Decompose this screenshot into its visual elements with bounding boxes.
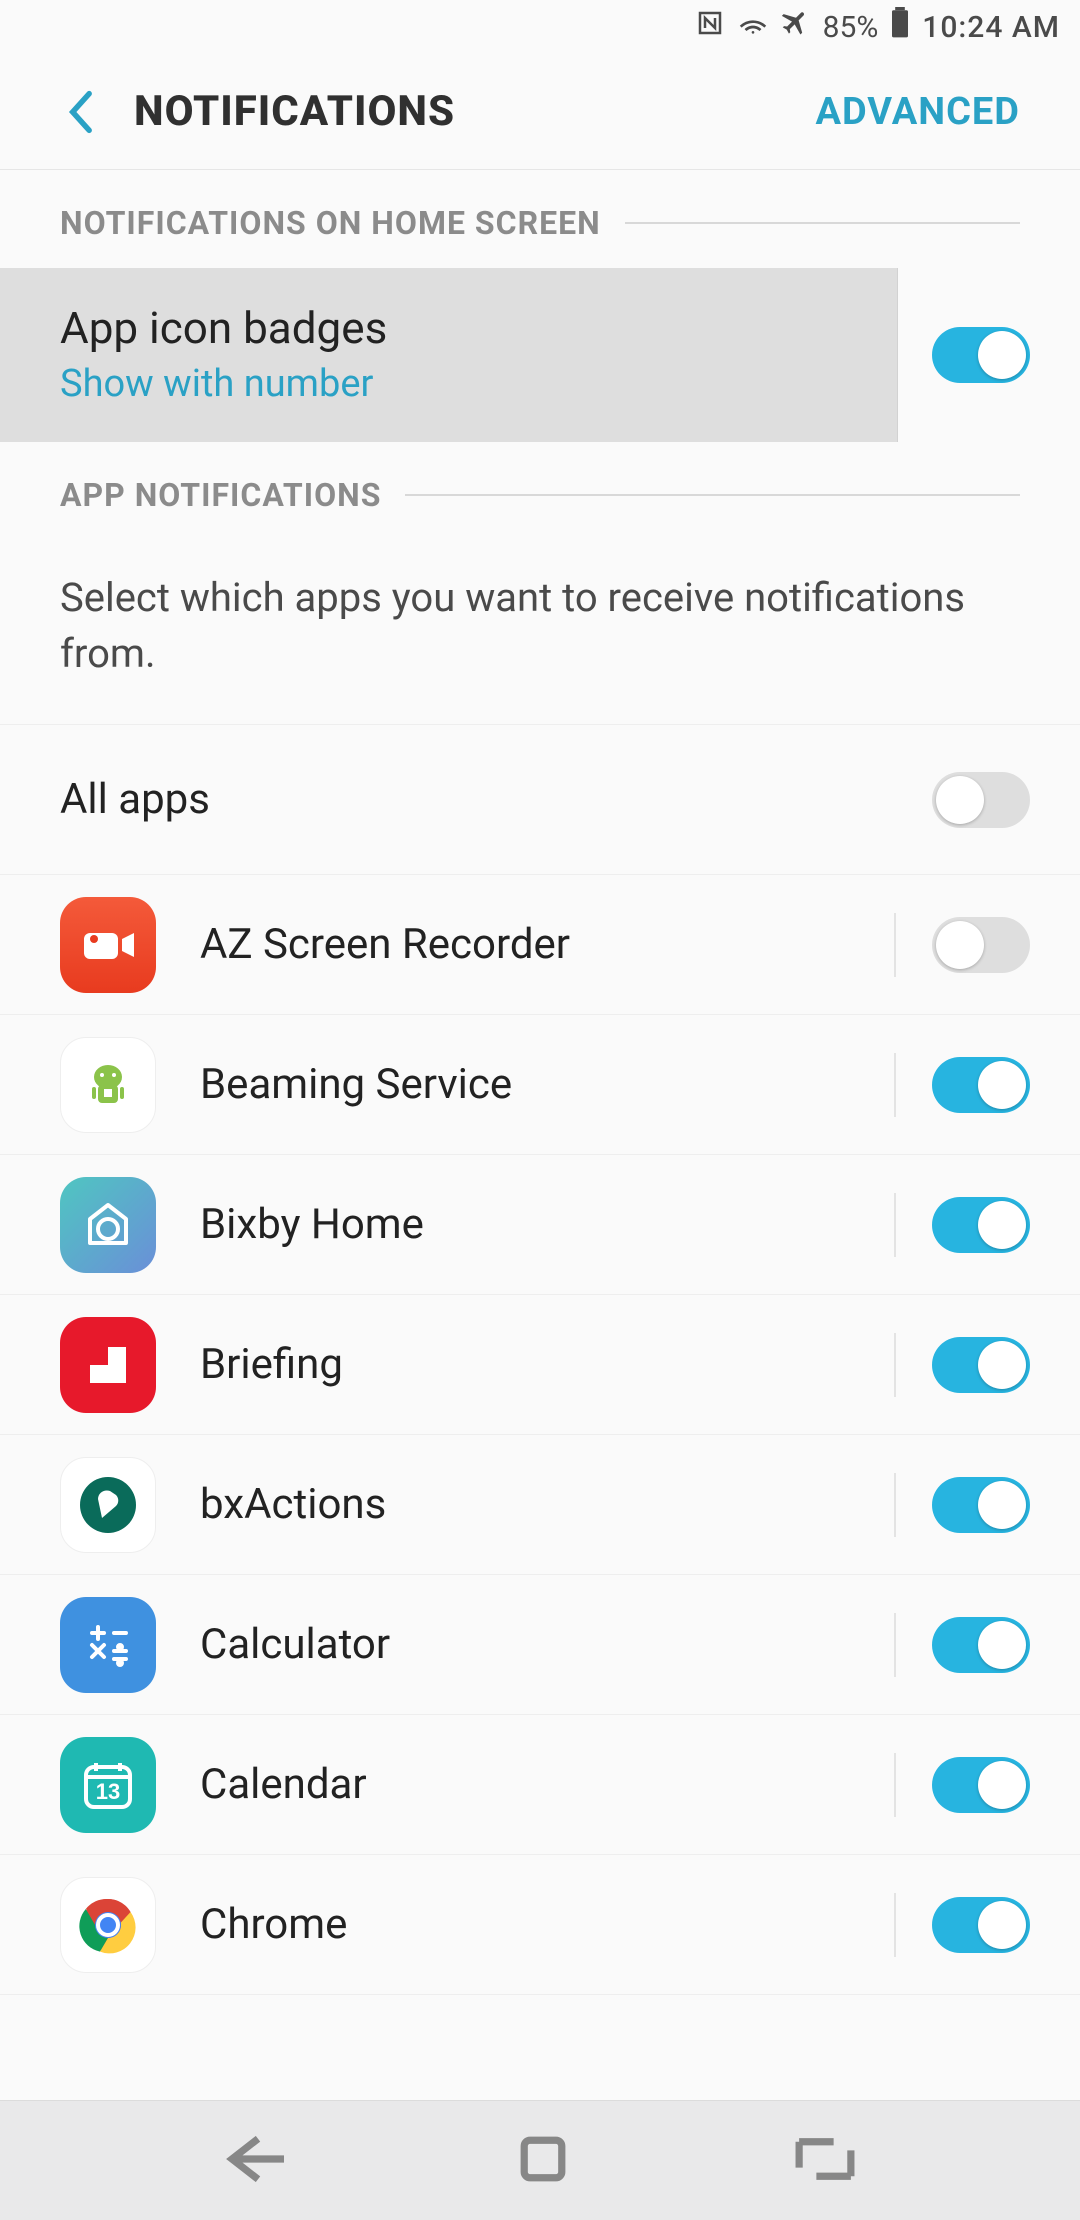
app-toggle[interactable] [932, 1897, 1030, 1953]
content: NOTIFICATIONS ON HOME SCREEN App icon ba… [0, 170, 1080, 2100]
divider [894, 1893, 896, 1957]
list-item[interactable]: 13 Calendar [0, 1714, 1080, 1854]
divider [894, 1053, 896, 1117]
helper-text: Select which apps you want to receive no… [0, 540, 1080, 724]
app-name: Briefing [200, 1340, 894, 1389]
badges-subtitle: Show with number [60, 362, 837, 406]
divider [894, 1753, 896, 1817]
list-item[interactable]: Chrome [0, 1854, 1080, 1994]
app-icon [60, 1317, 156, 1413]
advanced-button[interactable]: ADVANCED [815, 90, 1020, 134]
navigation-bar [0, 2100, 1080, 2220]
nav-back-button[interactable] [222, 2133, 294, 2189]
app-icon [60, 1597, 156, 1693]
back-button[interactable] [60, 92, 100, 132]
app-name: AZ Screen Recorder [200, 920, 894, 969]
list-item[interactable]: bxActions [0, 1434, 1080, 1574]
app-icon-badges-setting[interactable]: App icon badges Show with number [0, 268, 898, 442]
app-icon [60, 897, 156, 993]
app-icon [60, 1457, 156, 1553]
app-header: NOTIFICATIONS ADVANCED [0, 54, 1080, 170]
divider [625, 222, 1020, 224]
battery-icon [890, 7, 910, 47]
svg-text:13: 13 [96, 1779, 120, 1804]
app-name: bxActions [200, 1480, 894, 1529]
app-icon-badges-row: App icon badges Show with number [0, 268, 1080, 442]
divider [894, 1613, 896, 1677]
nfc-icon [695, 8, 725, 46]
section-home-screen: NOTIFICATIONS ON HOME SCREEN [0, 178, 1080, 268]
list-item[interactable]: AZ Screen Recorder [0, 874, 1080, 1014]
all-apps-toggle[interactable] [932, 772, 1030, 828]
app-toggle[interactable] [932, 1337, 1030, 1393]
app-toggle[interactable] [932, 1197, 1030, 1253]
app-toggle[interactable] [932, 1757, 1030, 1813]
page-title: NOTIFICATIONS [134, 87, 815, 136]
section-app-notifications: APP NOTIFICATIONS [0, 450, 1080, 540]
app-icon [60, 1037, 156, 1133]
app-name: Bixby Home [200, 1200, 894, 1249]
app-icon [60, 1995, 156, 2034]
nav-recents-button[interactable] [792, 2136, 858, 2186]
list-item[interactable]: Beaming Service [0, 1014, 1080, 1154]
battery-text: 85% [823, 10, 879, 45]
divider [894, 1473, 896, 1537]
app-name: Calendar [200, 1760, 894, 1809]
app-name: Beaming Service [200, 1060, 894, 1109]
airplane-icon [781, 8, 811, 46]
app-icon [60, 1177, 156, 1273]
list-item[interactable]: Bixby Home [0, 1154, 1080, 1294]
app-toggle[interactable] [932, 917, 1030, 973]
app-toggle[interactable] [932, 1477, 1030, 1533]
list-item[interactable]: Briefing [0, 1294, 1080, 1434]
clock-text: 10:24 AM [922, 10, 1060, 45]
divider [894, 913, 896, 977]
section-label: NOTIFICATIONS ON HOME SCREEN [60, 204, 601, 242]
all-apps-row[interactable]: All apps [0, 724, 1080, 874]
section-label: APP NOTIFICATIONS [60, 476, 381, 514]
badges-toggle[interactable] [932, 327, 1030, 383]
app-toggle[interactable] [932, 1057, 1030, 1113]
divider [405, 494, 1020, 496]
divider [894, 1193, 896, 1257]
app-icon: 13 [60, 1737, 156, 1833]
wifi-icon [737, 7, 769, 47]
list-item[interactable] [0, 1994, 1080, 2034]
badges-title: App icon badges [60, 302, 837, 354]
status-bar: 85% 10:24 AM [0, 0, 1080, 54]
app-toggle[interactable] [932, 1617, 1030, 1673]
all-apps-label: All apps [60, 775, 932, 824]
list-item[interactable]: Calculator [0, 1574, 1080, 1714]
app-name: Calculator [200, 1620, 894, 1669]
app-name: Chrome [200, 1900, 894, 1949]
nav-home-button[interactable] [517, 2133, 569, 2189]
divider [894, 1333, 896, 1397]
app-icon [60, 1877, 156, 1973]
